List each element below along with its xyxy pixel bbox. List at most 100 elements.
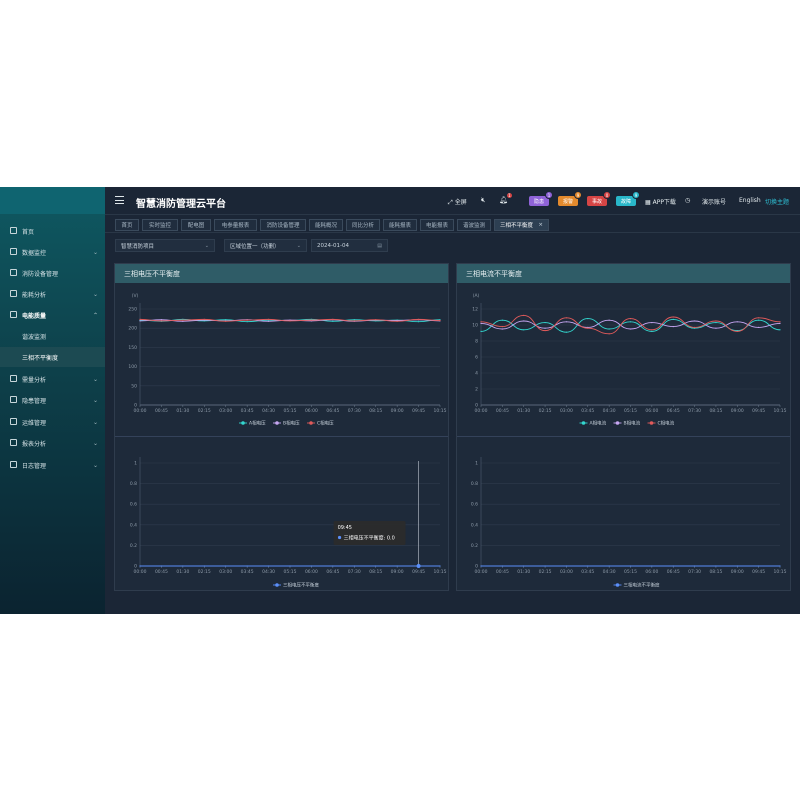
y-tick-label: 4 bbox=[475, 371, 478, 377]
x-tick-label: 03:45 bbox=[581, 569, 594, 575]
data-point bbox=[779, 322, 781, 324]
data-point bbox=[651, 565, 653, 567]
data-point bbox=[608, 333, 610, 335]
data-point bbox=[225, 319, 227, 321]
data-point bbox=[758, 319, 760, 321]
data-point bbox=[672, 318, 674, 320]
x-tick-label: 01:30 bbox=[176, 569, 189, 575]
data-point bbox=[310, 319, 313, 321]
legend-marker bbox=[309, 421, 313, 425]
data-point bbox=[587, 327, 589, 329]
legend-marker bbox=[581, 421, 586, 425]
y-tick-label: 0 bbox=[475, 564, 478, 570]
data-point bbox=[736, 330, 738, 332]
data-point bbox=[565, 321, 568, 323]
data-point bbox=[651, 330, 653, 332]
data-point bbox=[608, 565, 610, 567]
data-point bbox=[629, 565, 632, 567]
x-tick-label: 06:00 bbox=[305, 408, 318, 414]
series-line bbox=[480, 318, 781, 333]
y-tick-label: 1 bbox=[475, 461, 478, 467]
y-tick-label: 250 bbox=[128, 307, 137, 313]
legend-label: B相电流 bbox=[624, 420, 641, 427]
data-point bbox=[587, 318, 589, 320]
y-tick-label: 1 bbox=[134, 461, 137, 467]
data-point bbox=[501, 565, 503, 567]
legend-label: C相电流 bbox=[658, 420, 675, 427]
legend-label: A相电流 bbox=[590, 420, 607, 427]
data-point bbox=[779, 565, 781, 567]
x-tick-label: 10:15 bbox=[774, 569, 787, 575]
x-tick-label: 08:15 bbox=[709, 569, 722, 575]
data-point bbox=[544, 565, 546, 567]
data-point bbox=[267, 318, 270, 320]
data-point bbox=[779, 329, 781, 331]
data-point bbox=[353, 565, 355, 567]
data-point bbox=[267, 565, 270, 567]
y-tick-label: 0 bbox=[475, 403, 478, 409]
x-tick-label: 06:45 bbox=[326, 408, 339, 414]
legend-label: A相电压 bbox=[249, 420, 266, 427]
data-point bbox=[651, 329, 653, 331]
data-point bbox=[289, 565, 291, 567]
data-point bbox=[587, 565, 589, 567]
data-point bbox=[651, 322, 653, 324]
x-tick-label: 02:15 bbox=[539, 408, 552, 414]
data-point bbox=[523, 329, 525, 331]
y-tick-label: 8 bbox=[475, 339, 478, 345]
legend-marker bbox=[275, 421, 279, 425]
data-point bbox=[246, 319, 248, 321]
data-point bbox=[439, 319, 441, 322]
data-point bbox=[375, 319, 377, 321]
data-point bbox=[608, 319, 610, 321]
legend-label: B相电压 bbox=[283, 420, 300, 427]
data-point bbox=[629, 318, 632, 320]
x-tick-label: 00:45 bbox=[155, 408, 168, 414]
data-point bbox=[715, 565, 717, 567]
x-tick-label: 00:45 bbox=[155, 569, 168, 575]
data-point bbox=[501, 319, 503, 321]
data-point bbox=[758, 565, 760, 567]
x-tick-label: 07:30 bbox=[688, 408, 701, 414]
tooltip-marker bbox=[337, 535, 342, 540]
x-tick-label: 03:00 bbox=[219, 408, 232, 414]
y-axis-label: (A) bbox=[473, 293, 480, 299]
data-point bbox=[480, 321, 482, 323]
data-point bbox=[246, 565, 248, 567]
x-tick-label: 02:15 bbox=[539, 569, 552, 575]
legend-marker bbox=[241, 421, 245, 425]
data-point bbox=[501, 328, 503, 330]
y-tick-label: 2 bbox=[475, 387, 478, 393]
x-tick-label: 06:45 bbox=[667, 408, 680, 414]
data-point bbox=[523, 314, 525, 316]
x-tick-label: 03:00 bbox=[219, 569, 232, 575]
data-point bbox=[672, 565, 674, 567]
x-tick-label: 08:15 bbox=[369, 408, 382, 414]
y-tick-label: 0 bbox=[134, 564, 137, 570]
legend-label: 三相电压不平衡度 bbox=[283, 582, 319, 589]
x-tick-label: 02:15 bbox=[198, 569, 211, 575]
data-point bbox=[480, 330, 482, 332]
x-tick-label: 10:15 bbox=[434, 408, 447, 414]
y-tick-label: 0.8 bbox=[471, 481, 478, 487]
x-tick-label: 03:45 bbox=[241, 408, 254, 414]
y-tick-label: 0.8 bbox=[130, 481, 137, 487]
x-tick-label: 06:45 bbox=[667, 569, 680, 575]
data-point bbox=[565, 317, 568, 319]
x-tick-label: 05:15 bbox=[624, 408, 637, 414]
x-tick-label: 01:30 bbox=[517, 408, 530, 414]
x-tick-label: 03:45 bbox=[241, 569, 254, 575]
data-point bbox=[225, 320, 227, 322]
x-tick-label: 07:30 bbox=[348, 569, 361, 575]
x-tick-label: 05:15 bbox=[284, 408, 297, 414]
data-point bbox=[267, 320, 270, 322]
x-tick-label: 06:45 bbox=[326, 569, 339, 575]
data-point bbox=[289, 320, 291, 322]
data-point bbox=[715, 327, 717, 329]
x-tick-label: 00:45 bbox=[496, 569, 509, 575]
data-point bbox=[139, 565, 141, 567]
data-point bbox=[693, 326, 696, 328]
x-tick-label: 01:30 bbox=[176, 408, 189, 414]
x-tick-label: 05:15 bbox=[284, 569, 297, 575]
y-tick-label: 100 bbox=[128, 364, 137, 370]
